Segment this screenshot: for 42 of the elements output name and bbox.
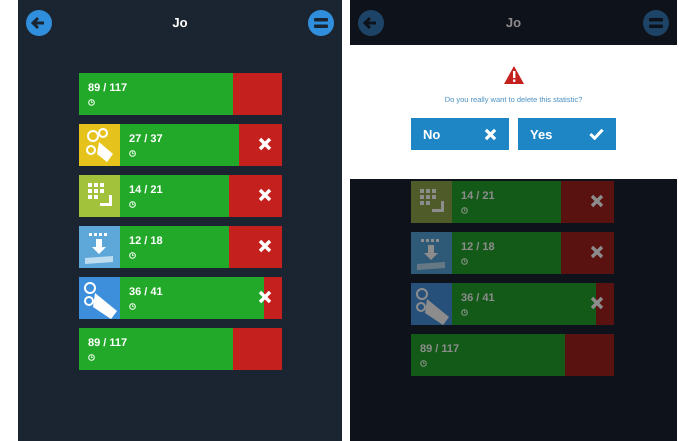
score-text: 36 / 41 <box>461 292 495 304</box>
no-button[interactable]: No <box>411 118 509 150</box>
clock-icon <box>88 99 95 106</box>
score-text: 14 / 21 <box>461 190 495 202</box>
score-text: 89 / 117 <box>88 82 128 94</box>
check-icon <box>589 128 604 140</box>
delete-icon[interactable] <box>590 245 604 259</box>
statistic-bar[interactable]: 89 / 117 <box>79 328 282 370</box>
statistic-bar[interactable]: 14 / 21 <box>79 175 282 217</box>
back-button[interactable] <box>25 8 53 36</box>
screen-title: Jo <box>506 15 522 30</box>
statistic-bar[interactable]: 12 / 18 <box>79 226 282 268</box>
delete-icon[interactable] <box>590 194 604 208</box>
clock-icon <box>420 360 427 367</box>
clock-icon <box>461 258 468 265</box>
screen-title: Jo <box>172 15 188 30</box>
clock-icon <box>129 303 136 310</box>
score-text: 12 / 18 <box>461 241 495 253</box>
yes-button[interactable]: Yes <box>518 118 616 150</box>
score-text: 27 / 37 <box>129 133 163 145</box>
statistic-bar[interactable]: 36 / 41 <box>79 277 282 319</box>
warning-icon <box>502 65 524 85</box>
clock-icon <box>88 354 95 361</box>
clock-icon <box>129 201 136 208</box>
score-text: 89 / 117 <box>420 343 460 355</box>
clock-icon <box>129 150 136 157</box>
statistic-bar[interactable]: 12 / 18 <box>411 232 614 274</box>
score-text: 12 / 18 <box>129 235 163 247</box>
clock-icon <box>461 309 468 316</box>
menu-button[interactable] <box>306 8 335 36</box>
score-text: 36 / 41 <box>129 286 163 298</box>
clock-icon <box>129 252 136 259</box>
score-text: 89 / 117 <box>88 337 128 349</box>
clock-icon <box>461 207 468 214</box>
score-text: 14 / 21 <box>129 184 163 196</box>
statistic-bar[interactable]: 89 / 117 <box>411 334 614 376</box>
statistic-bar[interactable]: 89 / 117 <box>79 73 282 115</box>
statistic-bar[interactable]: 36 / 41 <box>411 283 614 325</box>
statistic-bar[interactable]: 27 / 37 <box>79 124 282 166</box>
delete-icon[interactable] <box>590 296 604 310</box>
statistic-bar[interactable]: 14 / 21 <box>411 181 614 223</box>
close-icon <box>484 128 497 140</box>
